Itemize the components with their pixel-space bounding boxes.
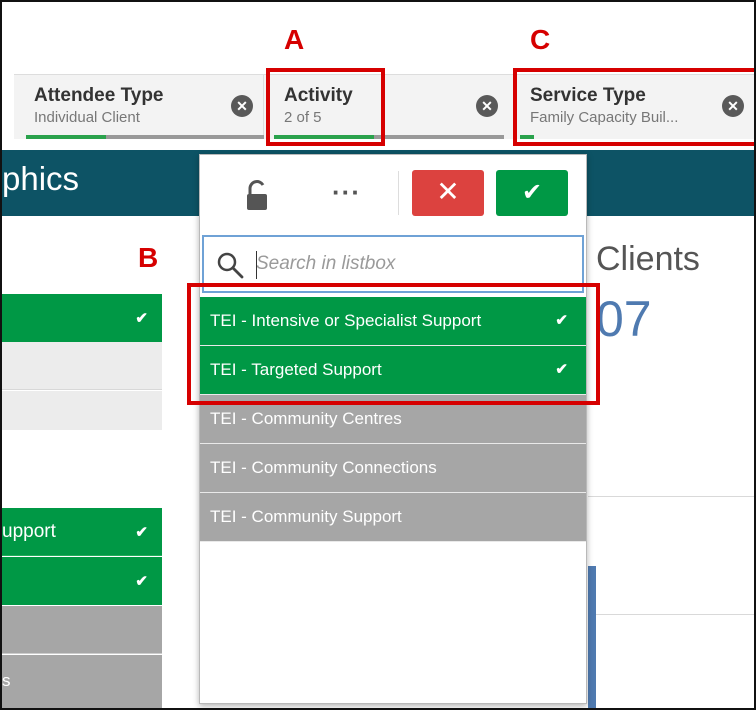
list-item-label: TEI - Community Centres xyxy=(210,409,402,428)
clear-selection-icon[interactable]: ✕ xyxy=(231,95,253,117)
list-item-label: TEI - Community Support xyxy=(210,507,402,526)
list-item-label: upport xyxy=(2,520,56,542)
text-caret xyxy=(256,251,257,279)
selection-attendee-type[interactable]: Attendee Type Individual Client ✕ xyxy=(14,75,264,139)
check-icon: ✔ xyxy=(135,310,148,327)
more-options-icon[interactable]: ··· xyxy=(332,177,361,208)
annotation-box-c xyxy=(513,68,754,146)
selection-state-bar xyxy=(26,135,106,139)
search-icon xyxy=(217,252,244,279)
check-icon: ✔ xyxy=(135,573,148,590)
top-strip xyxy=(2,2,754,74)
chart-bar xyxy=(588,566,596,708)
list-item[interactable]: ✔ xyxy=(2,294,162,342)
sheet-title: phics xyxy=(2,160,80,197)
list-item[interactable] xyxy=(2,342,162,390)
annotation-label-b: B xyxy=(138,242,159,273)
toolbar-separator xyxy=(398,171,399,215)
list-item[interactable] xyxy=(2,606,162,654)
popup-toolbar: ··· ✕ ✔ xyxy=(200,155,586,233)
search-input[interactable] xyxy=(256,249,566,279)
app-frame: Attendee Type Individual Client ✕ Activi… xyxy=(0,0,756,710)
confirm-selection-button[interactable]: ✔ xyxy=(496,170,568,216)
unlock-icon[interactable] xyxy=(246,179,268,211)
annotation-box-b xyxy=(187,283,600,405)
left-filter-panel: ✔ upport ✔ ✔ s xyxy=(2,216,162,708)
clear-selection-icon[interactable]: ✕ xyxy=(476,95,498,117)
selection-state-bar xyxy=(106,135,264,139)
annotation-box-a xyxy=(266,68,385,146)
kpi-value: 07 xyxy=(596,291,652,347)
list-item[interactable]: TEI - Community Support xyxy=(200,493,586,542)
list-item[interactable]: TEI - Community Connections xyxy=(200,444,586,493)
kpi-title: Clients xyxy=(596,240,700,278)
listbox-popup: ··· ✕ ✔ TEI - Intensive or Specialist Su… xyxy=(199,154,587,704)
list-item[interactable]: s xyxy=(2,655,162,708)
selection-title: Attendee Type xyxy=(34,85,164,106)
list-item[interactable] xyxy=(2,391,162,430)
list-item[interactable]: upport ✔ xyxy=(2,508,162,556)
selection-state-bar xyxy=(374,135,504,139)
list-item[interactable]: ✔ xyxy=(2,557,162,605)
list-item-label: TEI - Community Connections xyxy=(210,458,437,477)
divider xyxy=(588,614,754,615)
cancel-selection-button[interactable]: ✕ xyxy=(412,170,484,216)
annotation-label-a: A xyxy=(284,24,305,55)
divider xyxy=(588,496,754,497)
selection-subtitle: Individual Client xyxy=(34,109,140,126)
check-icon: ✔ xyxy=(135,523,148,541)
annotation-label-c: C xyxy=(530,24,551,55)
list-item-label: s xyxy=(2,671,11,690)
